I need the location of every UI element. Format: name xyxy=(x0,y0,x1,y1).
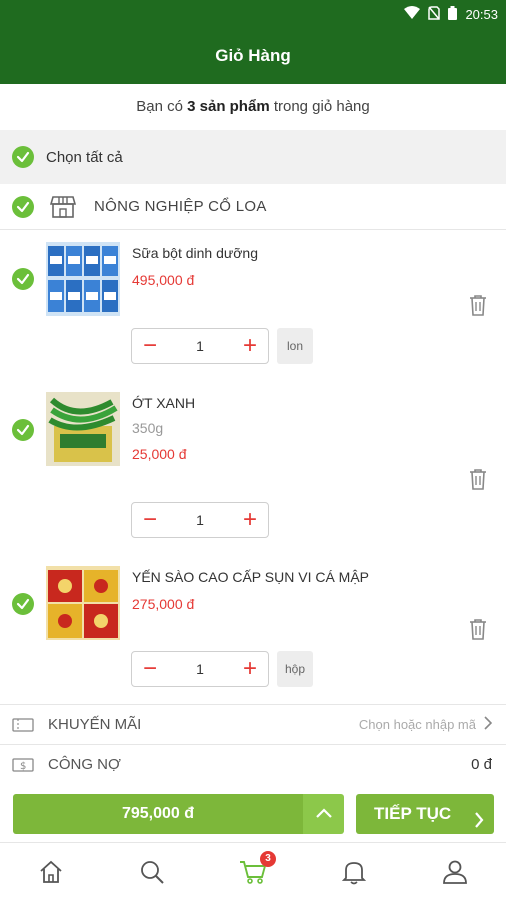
store-icon xyxy=(49,195,77,219)
user-icon[interactable] xyxy=(440,857,470,887)
debt-label: CÔNG NỢ xyxy=(48,756,121,773)
quantity-stepper: − 1 + xyxy=(131,651,269,687)
cart-badge: 3 xyxy=(260,851,276,867)
no-sim-icon xyxy=(428,6,441,23)
trash-icon[interactable] xyxy=(468,618,488,640)
decrease-button[interactable]: − xyxy=(132,503,168,537)
item-price: 275,000 đ xyxy=(132,596,195,612)
item-title[interactable]: ỚT XANH xyxy=(132,395,195,411)
product-image[interactable] xyxy=(46,392,120,466)
quantity-stepper: − 1 + xyxy=(131,328,269,364)
cart-summary: Bạn có 3 sản phẩm trong giỏ hàng xyxy=(0,84,506,130)
increase-button[interactable]: + xyxy=(232,329,268,363)
svg-text:$: $ xyxy=(20,761,26,772)
shop-name: NÔNG NGHIỆP CỔ LOA xyxy=(94,198,267,215)
continue-label: TIẾP TỤC xyxy=(374,804,452,823)
page-title: Giỏ Hàng xyxy=(0,28,506,84)
status-bar: 20:53 xyxy=(0,0,506,28)
select-all-check-icon[interactable] xyxy=(12,146,34,168)
item-price: 25,000 đ xyxy=(132,446,187,462)
increase-button[interactable]: + xyxy=(232,503,268,537)
promo-row[interactable]: KHUYẾN MÃI Chọn hoặc nhập mã xyxy=(0,704,506,744)
trash-icon[interactable] xyxy=(468,468,488,490)
product-image[interactable] xyxy=(46,566,120,640)
voucher-icon xyxy=(12,717,34,732)
item-check-icon[interactable] xyxy=(12,419,34,441)
bell-icon[interactable] xyxy=(339,857,369,887)
cart-item: YẾN SÀO CAO CẤP SỤN VI CÁ MẬP 275,000 đ … xyxy=(0,556,506,696)
cart-icon[interactable]: 3 xyxy=(238,851,276,887)
product-image[interactable] xyxy=(46,242,120,316)
cart-item: Sữa bột dinh dưỡng 495,000 đ − 1 + lon xyxy=(0,232,506,372)
increase-button[interactable]: + xyxy=(232,652,268,686)
promo-label: KHUYẾN MÃI xyxy=(48,716,142,733)
decrease-button[interactable]: − xyxy=(132,329,168,363)
summary-prefix: Bạn có xyxy=(136,98,183,115)
continue-button[interactable]: TIẾP TỤC xyxy=(356,794,494,834)
cart-item: ỚT XANH 350g 25,000 đ − 1 + xyxy=(0,382,506,552)
select-all-row[interactable]: Chọn tất cả xyxy=(0,130,506,184)
item-title[interactable]: YẾN SÀO CAO CẤP SỤN VI CÁ MẬP xyxy=(132,569,369,585)
search-icon[interactable] xyxy=(137,857,167,887)
item-check-icon[interactable] xyxy=(12,268,34,290)
chevron-up-icon xyxy=(315,805,332,823)
wifi-icon xyxy=(404,6,421,23)
expand-total-button[interactable] xyxy=(303,794,344,834)
unit-badge: lon xyxy=(277,328,313,364)
item-check-icon[interactable] xyxy=(12,593,34,615)
home-icon[interactable] xyxy=(36,857,66,887)
total-button[interactable]: 795,000 đ xyxy=(13,794,303,834)
checkout-bar: 795,000 đ TIẾP TỤC xyxy=(0,790,506,840)
trash-icon[interactable] xyxy=(468,294,488,316)
decrease-button[interactable]: − xyxy=(132,652,168,686)
quantity-stepper: − 1 + xyxy=(131,502,269,538)
chevron-right-icon xyxy=(484,716,493,733)
debt-row: $ CÔNG NỢ 0 đ xyxy=(0,744,506,784)
quantity-value[interactable]: 1 xyxy=(196,338,204,354)
clock-time: 20:53 xyxy=(465,7,498,22)
quantity-value[interactable]: 1 xyxy=(196,661,204,677)
debt-value: 0 đ xyxy=(471,756,492,773)
battery-icon xyxy=(448,6,458,23)
unit-badge: hộp xyxy=(277,651,313,687)
summary-count: 3 sản phẩm xyxy=(187,98,270,115)
shop-check-icon[interactable] xyxy=(12,195,34,218)
cash-icon: $ xyxy=(12,757,34,772)
bottom-nav: 3 xyxy=(0,842,506,900)
promo-hint: Chọn hoặc nhập mã xyxy=(358,717,476,732)
item-weight: 350g xyxy=(132,420,164,436)
summary-suffix: trong giỏ hàng xyxy=(273,98,370,115)
select-all-label: Chọn tất cả xyxy=(46,148,123,166)
quantity-value[interactable]: 1 xyxy=(196,512,204,528)
shop-header[interactable]: NÔNG NGHIỆP CỔ LOA xyxy=(0,184,506,230)
item-title[interactable]: Sữa bột dinh dưỡng xyxy=(132,245,258,261)
chevron-right-icon xyxy=(474,804,484,844)
item-price: 495,000 đ xyxy=(132,272,195,288)
